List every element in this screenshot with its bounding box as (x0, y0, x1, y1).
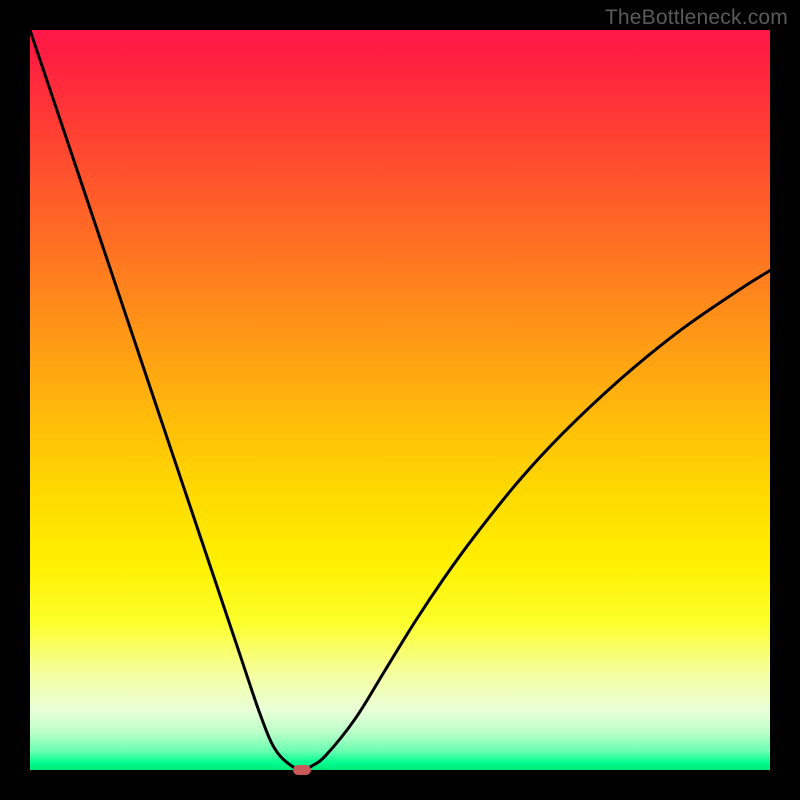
watermark-text: TheBottleneck.com (605, 6, 788, 30)
bottleneck-curve (30, 30, 770, 770)
optimal-point-marker (293, 765, 311, 775)
plot-area (30, 30, 770, 770)
chart-frame: TheBottleneck.com (0, 0, 800, 800)
